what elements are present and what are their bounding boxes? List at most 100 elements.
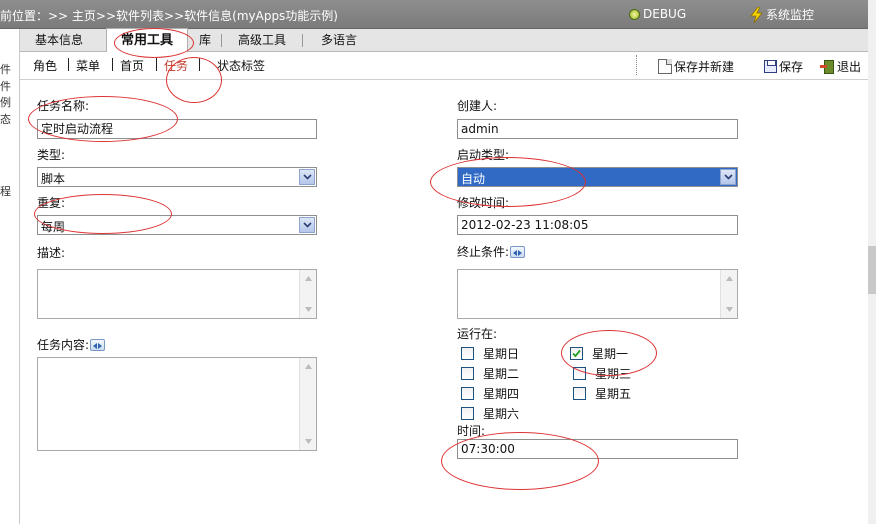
page-scrollbar[interactable] <box>868 0 876 524</box>
scroll-up-icon[interactable] <box>301 359 316 374</box>
scroll-down-icon[interactable] <box>301 302 316 317</box>
subnav-status-labels[interactable]: 状态标签 <box>217 57 265 74</box>
day-thursday[interactable]: 星期四 <box>461 385 519 402</box>
breadcrumb: 前位置：>> 主页>>软件列表>>软件信息(myApps功能示例) <box>0 9 338 23</box>
day-label: 星期日 <box>483 347 520 361</box>
tab-bar: 基本信息 常用工具 库 高级工具 多语言 <box>20 28 868 53</box>
tab-multilanguage[interactable]: 多语言 <box>312 29 366 52</box>
type-select[interactable]: 脚本 <box>37 167 317 187</box>
scroll-up-icon[interactable] <box>301 271 316 286</box>
checkbox-thursday[interactable] <box>461 387 474 400</box>
day-tuesday[interactable]: 星期二 <box>461 365 519 382</box>
end-condition-textarea[interactable] <box>457 269 738 319</box>
subnav-roles[interactable]: 角色 <box>33 57 57 74</box>
subnav-homepage[interactable]: 首页 <box>120 57 144 74</box>
time-label: 时间: <box>457 424 486 438</box>
code-edit-icon[interactable] <box>510 246 526 258</box>
scroll-down-icon[interactable] <box>301 434 316 449</box>
sub-toolbar: 角色 菜单 首页 任务 状态标签 保存并新建 保存 退出 <box>20 52 868 80</box>
new-document-icon <box>658 59 672 74</box>
subnav-divider <box>199 58 200 71</box>
toolbar-divider <box>636 55 637 75</box>
tab-advanced-tools[interactable]: 高级工具 <box>230 29 294 52</box>
end-condition-label: 终止条件: <box>457 243 526 260</box>
debug-link[interactable]: DEBUG <box>626 6 686 21</box>
scroll-down-icon[interactable] <box>722 302 737 317</box>
sidebar-fragment: 态 <box>0 113 11 126</box>
modified-time-input[interactable]: 2012-02-23 11:08:05 <box>457 215 738 235</box>
debug-icon <box>626 6 641 21</box>
exit-icon <box>820 59 835 74</box>
checkbox-saturday[interactable] <box>461 407 474 420</box>
task-content-textarea[interactable] <box>37 357 317 451</box>
save-button[interactable]: 保存 <box>764 58 803 75</box>
day-saturday[interactable]: 星期六 <box>461 405 519 422</box>
day-label: 星期六 <box>483 407 520 421</box>
subnav-tasks[interactable]: 任务 <box>164 57 188 74</box>
subnav-divider <box>68 58 69 71</box>
exit-button[interactable]: 退出 <box>820 58 861 75</box>
scrollbar-thumb[interactable] <box>868 246 876 294</box>
type-label: 类型: <box>37 148 66 162</box>
save-label: 保存 <box>779 60 804 74</box>
tab-library[interactable]: 库 <box>194 29 216 52</box>
day-label: 星期三 <box>595 367 632 381</box>
left-sidebar-clipped: 件 件 例 态 程 <box>0 29 20 524</box>
end-condition-text: 终止条件: <box>457 245 510 259</box>
chevron-down-icon[interactable] <box>299 169 315 185</box>
save-and-new-label: 保存并新建 <box>674 60 735 74</box>
chevron-down-icon[interactable] <box>720 169 736 185</box>
debug-label: DEBUG <box>643 6 687 21</box>
task-content-text: 任务内容: <box>37 338 90 352</box>
save-and-new-button[interactable]: 保存并新建 <box>658 58 734 75</box>
system-monitor-label: 系统监控 <box>766 8 815 22</box>
day-friday[interactable]: 星期五 <box>573 385 631 402</box>
tab-common-tools[interactable]: 常用工具 <box>106 28 188 53</box>
day-sunday[interactable]: 星期日 <box>461 345 519 362</box>
sidebar-fragment: 程 <box>0 185 11 198</box>
sidebar-fragment: 件 <box>0 63 11 76</box>
description-label: 描述: <box>37 246 66 260</box>
type-value: 脚本 <box>41 172 66 186</box>
checkbox-wednesday[interactable] <box>573 367 586 380</box>
creator-label: 创建人: <box>457 99 498 113</box>
tab-divider <box>221 34 222 47</box>
textarea-scrollbar[interactable] <box>299 358 316 450</box>
subnav-divider <box>156 58 157 71</box>
run-on-label: 运行在: <box>457 327 498 341</box>
sidebar-fragment: 例 <box>0 96 11 109</box>
textarea-scrollbar[interactable] <box>299 270 316 318</box>
start-type-value: 自动 <box>461 172 486 186</box>
checkbox-monday[interactable] <box>570 347 583 360</box>
title-bar: 前位置：>> 主页>>软件列表>>软件信息(myApps功能示例) DEBUG … <box>0 0 868 29</box>
description-textarea[interactable] <box>37 269 317 319</box>
day-label: 星期五 <box>595 387 632 401</box>
day-label: 星期一 <box>592 347 629 361</box>
subnav-divider <box>112 58 113 71</box>
checkbox-friday[interactable] <box>573 387 586 400</box>
lightning-icon <box>749 6 764 23</box>
checkbox-tuesday[interactable] <box>461 367 474 380</box>
chevron-down-icon[interactable] <box>299 217 315 233</box>
time-input[interactable]: 07:30:00 <box>457 439 738 459</box>
task-name-input[interactable]: 定时启动流程 <box>37 119 317 139</box>
repeat-label: 重复: <box>37 196 66 210</box>
textarea-scrollbar[interactable] <box>720 270 737 318</box>
sidebar-fragment: 件 <box>0 80 11 93</box>
tab-divider <box>302 34 303 47</box>
scroll-up-icon[interactable] <box>722 271 737 286</box>
creator-input[interactable]: admin <box>457 119 738 139</box>
start-type-select[interactable]: 自动 <box>457 167 738 187</box>
day-wednesday[interactable]: 星期三 <box>573 365 631 382</box>
system-monitor-link[interactable]: 系统监控 <box>749 6 814 23</box>
subnav-menu[interactable]: 菜单 <box>76 57 100 74</box>
tab-basic-info[interactable]: 基本信息 <box>26 29 92 52</box>
exit-label: 退出 <box>837 60 862 74</box>
start-type-label: 启动类型: <box>457 148 510 162</box>
repeat-select[interactable]: 每周 <box>37 215 317 235</box>
day-monday[interactable]: 星期一 <box>570 345 628 362</box>
code-edit-icon[interactable] <box>90 339 106 351</box>
checkbox-sunday[interactable] <box>461 347 474 360</box>
task-name-label: 任务名称: <box>37 99 90 113</box>
repeat-value: 每周 <box>41 220 66 234</box>
